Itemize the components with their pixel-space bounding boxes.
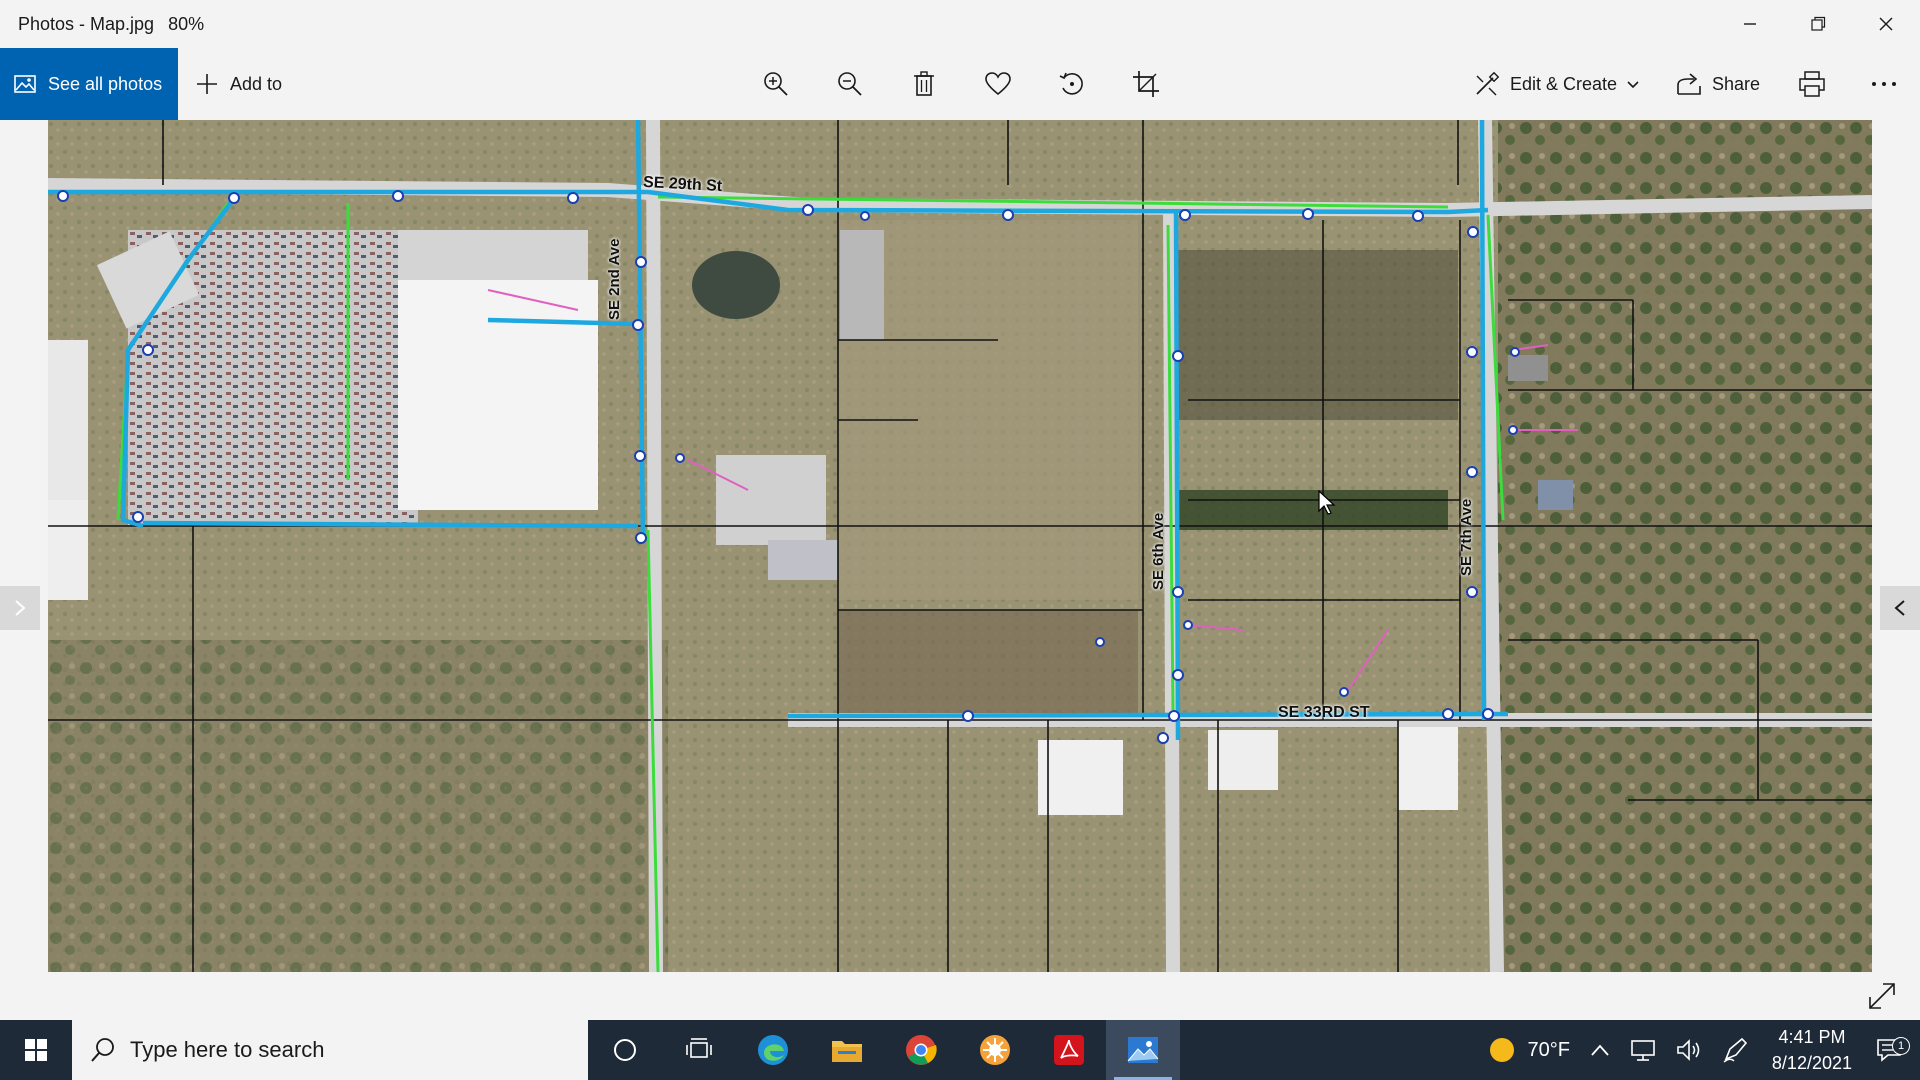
title-bar: Photos - Map.jpg 80% [0,0,1920,48]
minimize-icon [1744,23,1756,25]
task-view-icon [686,1038,712,1058]
weather-temperature: 70°F [1527,1038,1570,1061]
image-viewer: SE 29th St SE 2nd Ave SE 6th Ave SE 7th … [0,120,1920,1020]
file-explorer-icon [832,1041,862,1062]
plus-icon [197,74,217,94]
volume-button[interactable] [1666,1038,1712,1062]
edit-create-button[interactable]: Edit & Create [1474,48,1641,120]
mouse-cursor-icon [1318,490,1336,515]
taskbar: Type here to search 70°F 4:41 PM 8/12/20… [0,1020,1920,1080]
previous-photo-button[interactable] [1880,586,1920,630]
delete-button[interactable] [906,66,942,102]
restore-icon [1811,16,1826,31]
search-icon [91,1038,114,1062]
file-explorer-button[interactable] [810,1020,884,1080]
crop-icon [1133,71,1159,97]
start-button[interactable] [0,1020,72,1080]
zoom-out-icon [838,72,862,96]
search-placeholder: Type here to search [130,1037,325,1062]
chevron-left-icon [1894,600,1905,616]
notification-count: 1 [1892,1037,1910,1055]
close-button[interactable] [1852,0,1920,48]
delete-icon [914,71,934,96]
toolbar: See all photos Add to Edit & Create Shar… [0,48,1920,120]
edit-create-icon [1476,71,1500,96]
taskbar-search[interactable]: Type here to search [72,1020,588,1080]
gallery-icon [14,75,36,93]
zoom-in-icon [764,72,788,96]
edge-icon [758,1035,788,1065]
network-icon [1631,1040,1655,1061]
photos-button[interactable] [1106,1020,1180,1080]
favorite-button[interactable] [980,66,1016,102]
store-building [398,280,598,510]
see-all-photos-label: See all photos [48,73,163,94]
minimize-button[interactable] [1716,0,1784,48]
add-to-label: Add to [230,73,283,94]
action-center-button[interactable]: 1 [1866,1037,1920,1063]
app-orange-icon [980,1035,1010,1065]
window-controls [1716,0,1920,48]
aerial-map [48,120,1872,972]
photos-app: Photos - Map.jpg 80% See all photos Add … [0,0,1920,1080]
label-se-7th-ave: SE 7th Ave [1458,498,1475,576]
chrome-button[interactable] [884,1020,958,1080]
next-photo-button[interactable] [0,586,40,630]
weather-widget[interactable]: 70°F [1477,1035,1579,1065]
chevron-up-icon [1591,1044,1609,1056]
share-icon [1677,73,1701,95]
pen-icon [1723,1037,1748,1063]
share-label: Share [1712,73,1761,94]
system-tray: 70°F 4:41 PM 8/12/2021 1 [1477,1020,1920,1080]
zoom-level: 80% [168,13,205,34]
photos-icon [1127,1037,1159,1063]
network-button[interactable] [1620,1038,1666,1062]
label-se-2nd-ave: SE 2nd Ave [606,238,623,320]
zoom-out-button[interactable] [832,66,868,102]
acrobat-button[interactable] [1032,1020,1106,1080]
expand-icon [1869,983,1895,1009]
edit-create-label: Edit & Create [1510,73,1618,94]
rotate-icon [1059,72,1083,95]
more-icon [1872,82,1896,86]
maximize-button[interactable] [1784,0,1852,48]
chrome-icon [906,1035,937,1065]
clock[interactable]: 4:41 PM 8/12/2021 [1758,1024,1866,1076]
volume-icon [1677,1039,1700,1061]
show-hidden-icons-button[interactable] [1580,1043,1620,1057]
clock-time: 4:41 PM [1778,1027,1846,1047]
pen-workspace-button[interactable] [1712,1037,1758,1063]
orange-app-button[interactable] [958,1020,1032,1080]
windows-logo-icon [25,1039,47,1061]
share-button[interactable]: Share [1676,48,1760,120]
window-title: Photos - Map.jpg [18,13,155,34]
heart-icon [985,72,1011,96]
edge-button[interactable] [736,1020,810,1080]
full-screen-button[interactable] [1864,978,1900,1014]
label-se-33rd-st: SE 33RD ST [1278,704,1370,721]
clock-date: 8/12/2021 [1771,1053,1852,1073]
chevron-down-icon [1627,81,1639,89]
rotate-button[interactable] [1054,66,1090,102]
add-to-button[interactable]: Add to [196,48,282,120]
map-image[interactable]: SE 29th St SE 2nd Ave SE 6th Ave SE 7th … [48,120,1872,972]
more-button[interactable] [1866,66,1902,102]
acrobat-icon [1054,1035,1084,1065]
label-se-6th-ave: SE 6th Ave [1150,512,1167,590]
print-icon [1799,71,1825,97]
cortana-icon [614,1039,636,1061]
woods-east [1498,120,1872,972]
see-all-photos-button[interactable]: See all photos [0,48,178,120]
cortana-button[interactable] [588,1020,662,1080]
chevron-right-icon [15,600,26,616]
sun-icon [1490,1038,1515,1062]
woods-southwest [48,640,668,972]
pond [692,251,780,319]
zoom-in-button[interactable] [758,66,794,102]
print-button[interactable] [1794,66,1830,102]
crop-button[interactable] [1128,66,1164,102]
close-icon [1879,17,1893,31]
task-view-button[interactable] [662,1020,736,1080]
wetland [1168,250,1458,420]
